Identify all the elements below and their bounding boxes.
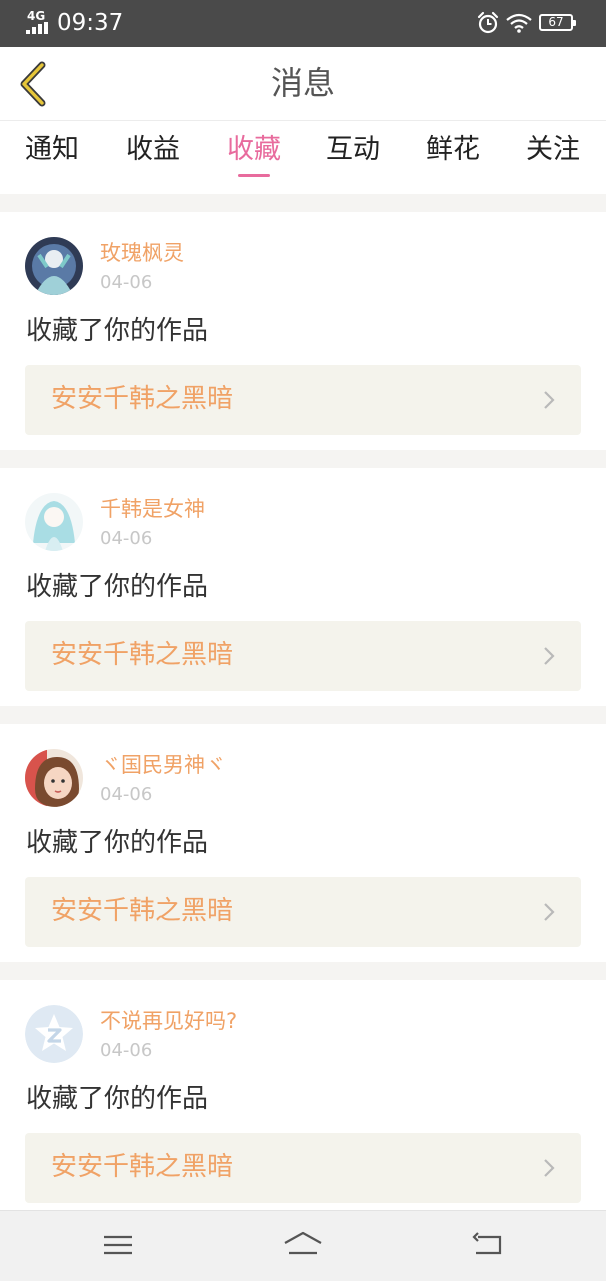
tab-earnings[interactable]: 收益 (103, 133, 203, 167)
user-name[interactable]: 不说再见好吗? (100, 1007, 237, 1035)
work-link[interactable]: 安安千韩之黑暗 (25, 365, 581, 435)
chevron-right-icon (544, 1159, 555, 1177)
network-type: 4G (27, 9, 46, 23)
chevron-right-icon (544, 647, 555, 665)
list-item: 不说再见好吗? 04-06 收藏了你的作品 安安千韩之黑暗 (0, 980, 606, 1218)
work-link[interactable]: 安安千韩之黑暗 (25, 1133, 581, 1203)
alarm-icon (477, 11, 499, 34)
tab-interaction[interactable]: 互动 (303, 133, 403, 167)
user-name[interactable]: 千韩是女神 (100, 495, 205, 523)
work-title: 安安千韩之黑暗 (51, 896, 234, 926)
chevron-right-icon (544, 903, 555, 921)
work-title: 安安千韩之黑暗 (51, 384, 234, 414)
battery-level: 67 (548, 15, 564, 29)
home-icon[interactable] (283, 1229, 323, 1261)
battery-icon: 67 (539, 14, 576, 31)
item-date: 04-06 (100, 528, 153, 549)
menu-icon[interactable] (98, 1229, 138, 1261)
work-link[interactable]: 安安千韩之黑暗 (25, 621, 581, 691)
item-date: 04-06 (100, 784, 153, 805)
avatar[interactable] (25, 1005, 83, 1063)
wifi-icon (506, 13, 532, 33)
chevron-right-icon (544, 391, 555, 409)
action-text: 收藏了你的作品 (26, 316, 209, 346)
tab-flowers[interactable]: 鲜花 (403, 133, 503, 167)
tab-favorites[interactable]: 收藏 (204, 133, 304, 167)
avatar[interactable] (25, 493, 83, 551)
user-name[interactable]: ヾ国民男神ヾ (100, 751, 226, 779)
avatar[interactable] (25, 237, 83, 295)
work-title: 安安千韩之黑暗 (51, 1152, 234, 1182)
app-header: 消息 (0, 47, 606, 121)
page-title: 消息 (270, 64, 335, 102)
action-text: 收藏了你的作品 (26, 572, 209, 602)
item-date: 04-06 (100, 1040, 153, 1061)
avatar[interactable] (25, 749, 83, 807)
tab-bar: 通知 收益 收藏 互动 鲜花 关注 (0, 121, 606, 194)
system-nav-bar (0, 1210, 606, 1281)
work-link[interactable]: 安安千韩之黑暗 (25, 877, 581, 947)
tab-follow[interactable]: 关注 (503, 133, 603, 167)
signal-icon (26, 22, 48, 34)
status-bar: 4G 09:37 67 (0, 0, 606, 47)
item-date: 04-06 (100, 272, 153, 293)
clock: 09:37 (57, 10, 124, 36)
list-item: 千韩是女神 04-06 收藏了你的作品 安安千韩之黑暗 (0, 468, 606, 706)
user-name[interactable]: 玫瑰枫灵 (100, 239, 184, 267)
action-text: 收藏了你的作品 (26, 1084, 209, 1114)
tab-notice[interactable]: 通知 (2, 133, 102, 167)
action-text: 收藏了你的作品 (26, 828, 209, 858)
back-icon[interactable] (468, 1229, 508, 1261)
list-item: 玫瑰枫灵 04-06 收藏了你的作品 安安千韩之黑暗 (0, 212, 606, 450)
active-tab-indicator (238, 174, 270, 177)
list-item: ヾ国民男神ヾ 04-06 收藏了你的作品 安安千韩之黑暗 (0, 724, 606, 962)
work-title: 安安千韩之黑暗 (51, 640, 234, 670)
